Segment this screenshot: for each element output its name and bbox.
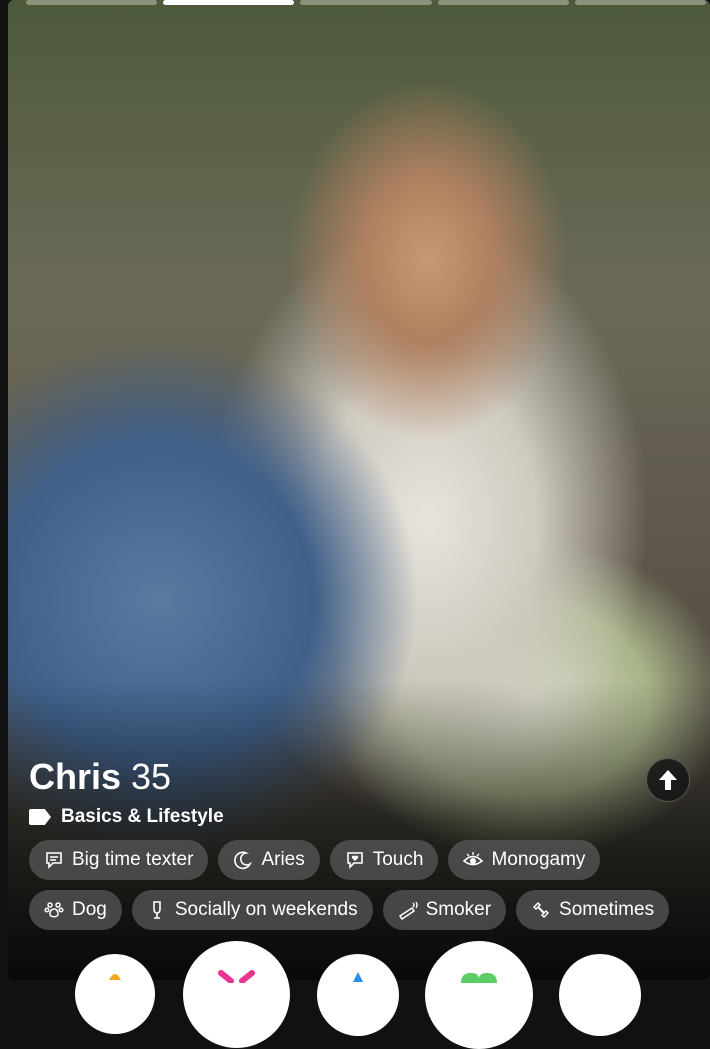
chip-love-language: Touch — [329, 840, 439, 880]
chip-smoking: Smoker — [382, 890, 507, 930]
progress-segment — [437, 0, 569, 5]
smoking-icon — [398, 901, 418, 920]
profile-card[interactable] — [8, 0, 710, 980]
dumbbell-icon — [532, 901, 550, 919]
chips-row-1: Big time texter Aries Touch Monogamy — [29, 840, 699, 880]
chip-zodiac: Aries — [218, 840, 320, 880]
progress-segment — [26, 0, 158, 5]
chip-label: Aries — [261, 849, 305, 870]
chip-label: Sometimes — [559, 899, 655, 920]
arrow-up-icon — [659, 770, 677, 790]
progress-segment — [300, 0, 432, 5]
super-like-button[interactable] — [317, 954, 399, 1036]
heart-icon — [461, 973, 497, 983]
chip-drinking: Socially on weekends — [131, 890, 373, 930]
moon-icon — [234, 851, 253, 870]
chip-label: Socially on weekends — [174, 899, 358, 920]
profile-name: Chris — [29, 756, 122, 797]
chip-label: Touch — [372, 849, 424, 870]
chip-label: Dog — [72, 899, 107, 920]
chip-communication: Big time texter — [29, 840, 209, 880]
boost-button[interactable] — [559, 954, 641, 1036]
action-bar — [0, 938, 710, 1049]
rewind-button[interactable] — [75, 954, 155, 1034]
chip-workout: Sometimes — [516, 890, 670, 930]
tag-icon — [29, 809, 51, 825]
photo-gradient-overlay — [8, 680, 710, 980]
paw-icon — [44, 902, 64, 918]
profile-age: 35 — [131, 756, 172, 797]
progress-segment — [574, 0, 707, 5]
heart-bubble-icon — [346, 852, 363, 869]
profile-name-row: Chris 35 — [29, 756, 171, 798]
close-icon — [218, 970, 255, 984]
chips-row-2: Dog Socially on weekends Smoker Sometime… — [29, 890, 699, 930]
photo-progress-bar — [26, 0, 707, 5]
chip-pets: Dog — [29, 890, 122, 930]
chip-relationship-type: Monogamy — [448, 840, 601, 880]
chip-label: Big time texter — [72, 849, 194, 870]
nope-button[interactable] — [183, 941, 290, 1048]
eye-icon — [463, 852, 484, 866]
chat-bubble-icon — [46, 852, 62, 869]
chip-label: Monogamy — [491, 849, 586, 870]
progress-segment-active — [163, 0, 295, 5]
section-header: Basics & Lifestyle — [29, 806, 224, 828]
open-profile-button[interactable] — [646, 758, 690, 802]
drink-icon — [153, 901, 161, 919]
section-title: Basics & Lifestyle — [61, 806, 224, 827]
chip-label: Smoker — [425, 899, 492, 920]
like-button[interactable] — [425, 941, 533, 1049]
